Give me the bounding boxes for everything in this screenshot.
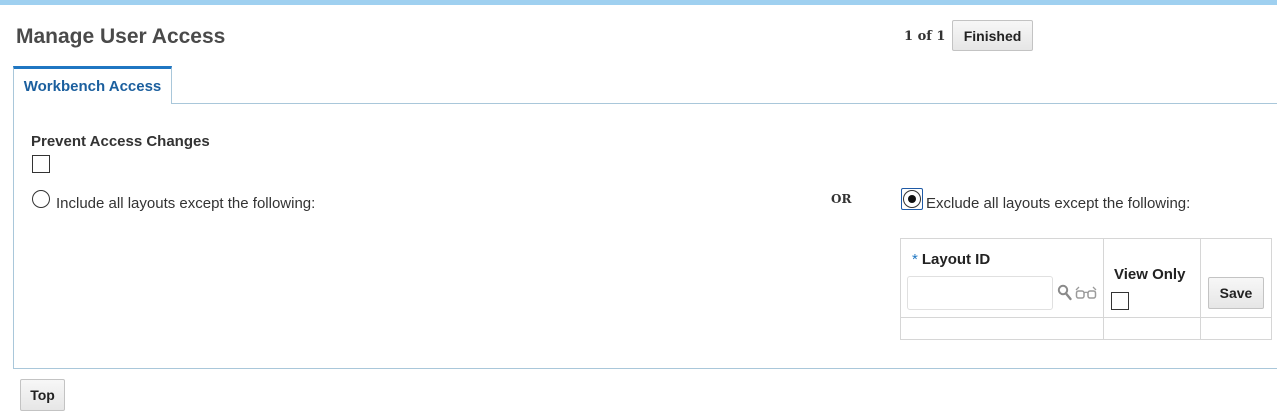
exclude-layouts-radio[interactable]	[903, 190, 921, 208]
search-icon[interactable]	[1057, 284, 1073, 307]
include-layouts-radio[interactable]	[32, 190, 50, 208]
page-title: Manage User Access	[16, 25, 226, 48]
glasses-icon[interactable]	[1075, 286, 1097, 305]
exclude-layouts-label: Exclude all layouts except the following…	[926, 195, 1191, 212]
finished-button[interactable]: Finished	[952, 20, 1033, 51]
tab-workbench-access[interactable]: Workbench Access	[13, 66, 172, 104]
radio-selected-dot	[908, 195, 916, 203]
layout-id-input[interactable]	[907, 276, 1053, 310]
layout-id-header-label: Layout ID	[921, 251, 991, 268]
view-only-header: View Only	[1114, 266, 1186, 283]
pager-text: 1 of 1	[904, 29, 946, 44]
top-accent-strip	[0, 0, 1277, 5]
include-layouts-label: Include all layouts except the following…	[56, 195, 316, 212]
save-button[interactable]: Save	[1208, 277, 1264, 309]
or-label: OR	[831, 192, 852, 206]
required-marker: *	[912, 251, 918, 268]
view-only-checkbox[interactable]	[1111, 292, 1129, 310]
prevent-access-label: Prevent Access Changes	[31, 133, 210, 150]
grid-divider	[901, 317, 1271, 318]
top-button[interactable]: Top	[20, 379, 65, 411]
exclude-layouts-radio-focus[interactable]	[901, 188, 923, 210]
grid-divider	[1103, 239, 1104, 339]
layout-id-header: * Layout ID	[912, 251, 990, 268]
prevent-access-checkbox[interactable]	[32, 155, 50, 173]
grid-divider	[1200, 239, 1201, 339]
